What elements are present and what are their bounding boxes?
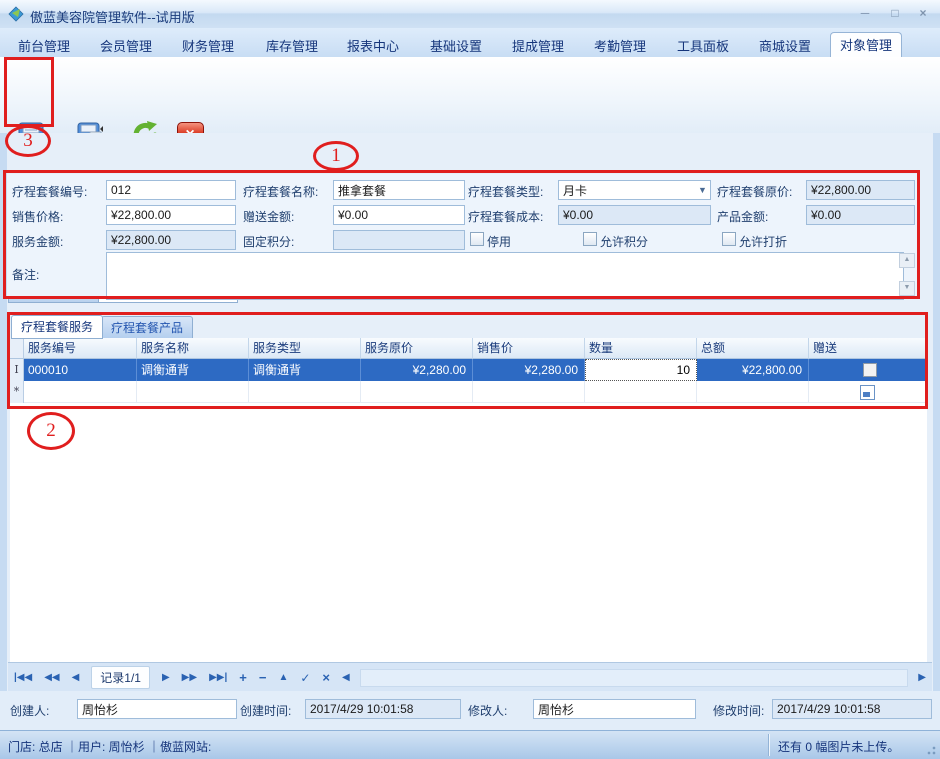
modified-time-label: 修改时间: — [713, 702, 764, 719]
audit-fields-layer: 创建人: 创建时间: 修改人: 修改时间: — [0, 0, 940, 758]
created-time-label: 创建时间: — [240, 702, 291, 719]
creator-input[interactable] — [77, 699, 237, 719]
creator-label: 创建人: — [10, 702, 49, 719]
status-left-text: 门店: 总店 ｜用户: 周怡杉 ｜傲蓝网站: — [8, 738, 211, 755]
modifier-input[interactable] — [533, 699, 696, 719]
modifier-label: 修改人: — [468, 702, 507, 719]
created-time-input — [305, 699, 461, 719]
modified-time-input — [772, 699, 932, 719]
status-bar: 门店: 总店 ｜用户: 周怡杉 ｜傲蓝网站: 还有 0 幅图片未上传。 — [0, 730, 940, 759]
status-upload-text: 还有 0 幅图片未上传。 — [778, 738, 899, 755]
tab-package-services[interactable]: 疗程套餐服务 — [11, 315, 103, 339]
resize-grip[interactable] — [924, 743, 936, 755]
status-divider — [768, 734, 769, 756]
